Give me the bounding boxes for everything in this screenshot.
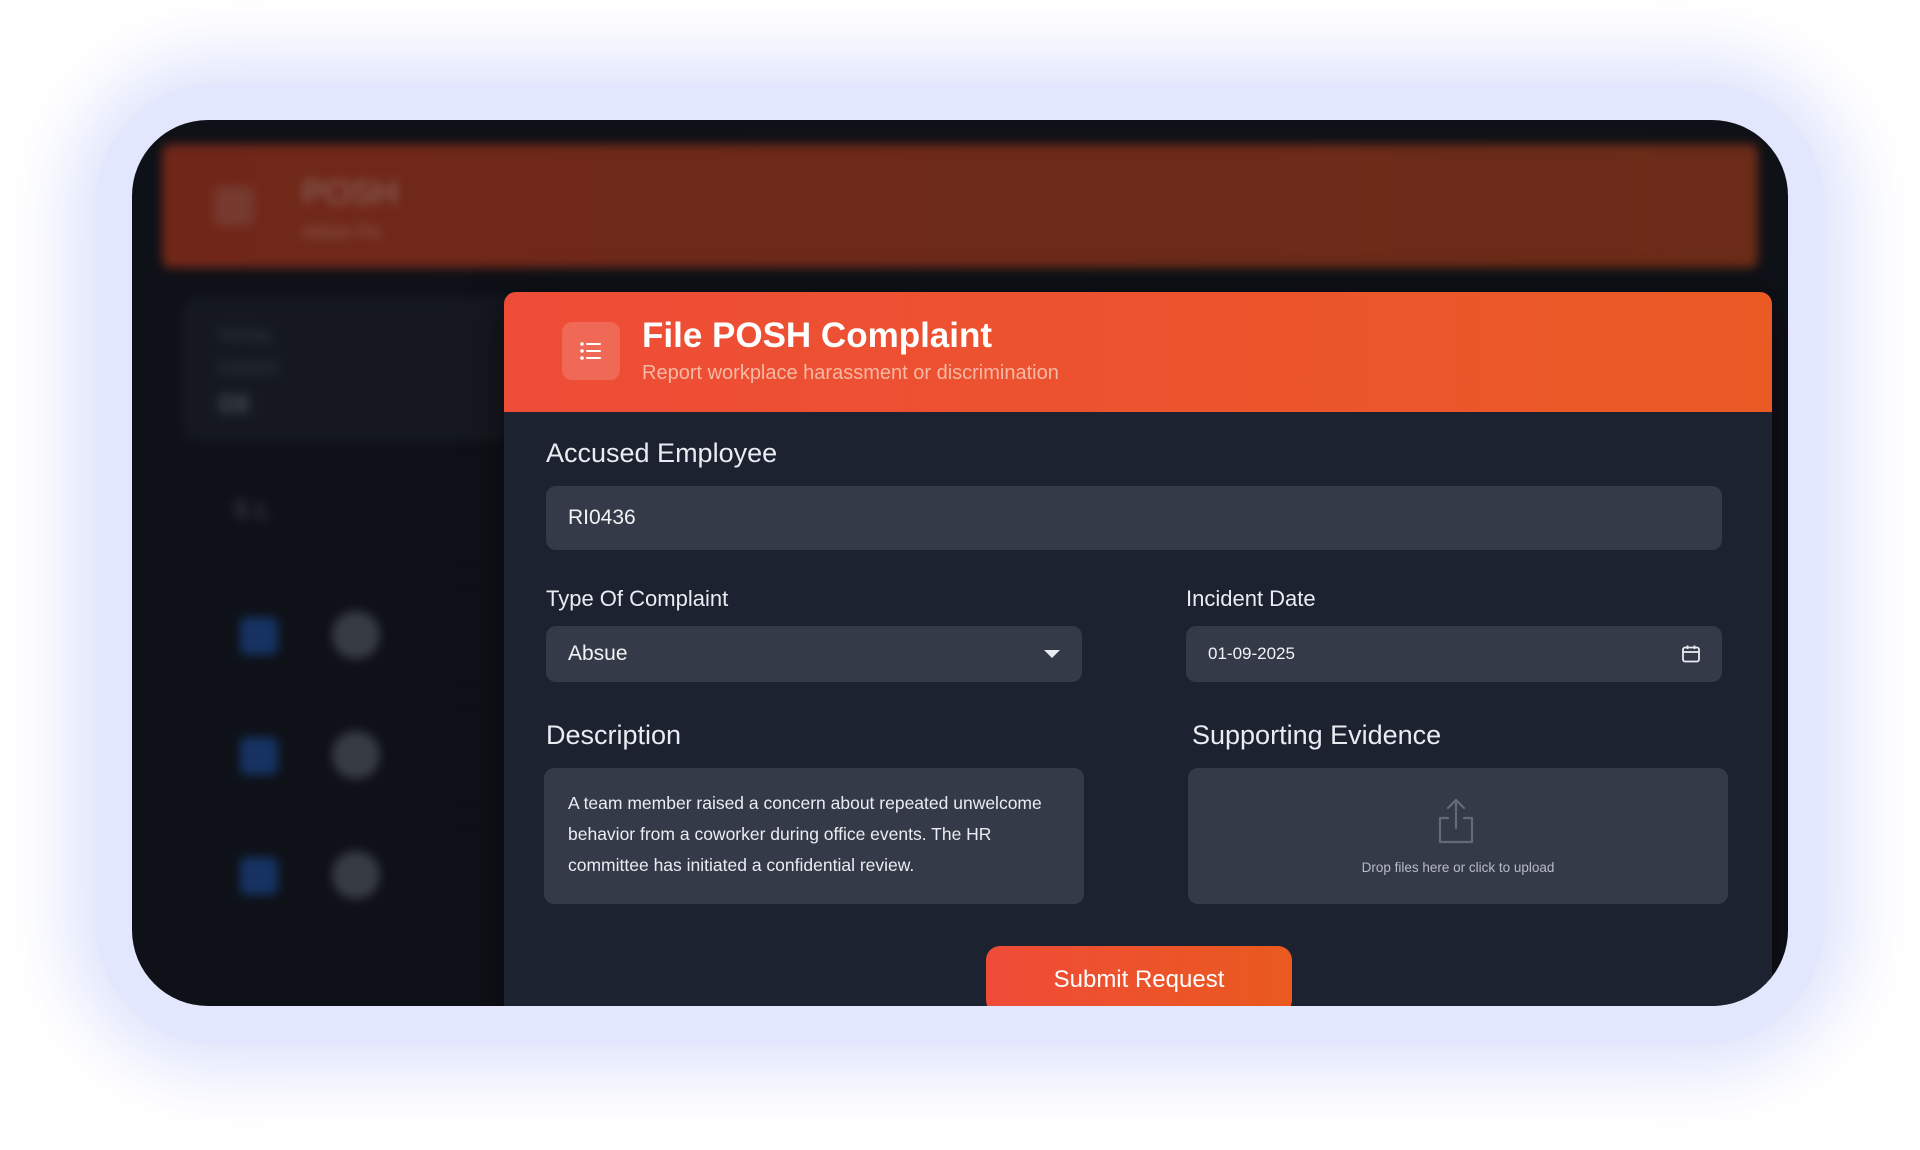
- modal-title: File POSH Complaint: [642, 316, 993, 355]
- complaint-type-value: Absue: [568, 642, 628, 665]
- complaint-type-select[interactable]: Absue: [546, 626, 1082, 682]
- background-header: POSH Admin Pa: [162, 144, 1758, 268]
- supporting-evidence-label: Supporting Evidence: [1192, 720, 1442, 750]
- upload-hint: Drop files here or click to upload: [1361, 860, 1555, 875]
- device-frame: POSH Admin Pa TOTAL CASES 08 S.L File PO…: [132, 120, 1788, 1006]
- background-stats-value: 08: [218, 388, 250, 419]
- background-table-header: S.L: [232, 494, 272, 524]
- file-upload-dropzone[interactable]: Drop files here or click to upload: [1188, 768, 1728, 904]
- calendar-icon[interactable]: [1680, 643, 1702, 665]
- row-badge: [240, 857, 278, 895]
- menu-icon[interactable]: [562, 322, 620, 380]
- row-badge: [240, 737, 278, 775]
- modal-header: File POSH Complaint Report workplace har…: [504, 292, 1772, 412]
- description-textarea[interactable]: A team member raised a concern about rep…: [544, 768, 1084, 904]
- background-header-subtitle: Admin Pa: [302, 222, 381, 242]
- avatar: [332, 731, 380, 779]
- chevron-down-icon: [1044, 650, 1060, 658]
- background-header-title: POSH: [302, 174, 399, 212]
- accused-employee-value: RI0436: [568, 506, 636, 529]
- upload-icon: [1438, 798, 1474, 844]
- background-menu-icon: [214, 186, 254, 226]
- accused-employee-label: Accused Employee: [546, 438, 778, 468]
- description-label: Description: [546, 720, 682, 750]
- complaint-type-label: Type Of Complaint: [546, 586, 729, 611]
- avatar: [332, 851, 380, 899]
- incident-date-field[interactable]: 01-09-2025: [1186, 626, 1722, 682]
- submit-request-button[interactable]: Submit Request: [986, 946, 1292, 1006]
- page: POSH Admin Pa TOTAL CASES 08 S.L File PO…: [0, 0, 1920, 1150]
- row-badge: [240, 617, 278, 655]
- incident-date-label: Incident Date: [1186, 586, 1316, 611]
- background-stats-label: TOTAL CASES: [218, 326, 280, 378]
- complaint-modal: File POSH Complaint Report workplace har…: [504, 292, 1772, 1006]
- incident-date-value: 01-09-2025: [1208, 644, 1295, 663]
- modal-subtitle: Report workplace harassment or discrimin…: [642, 362, 1059, 384]
- avatar: [332, 611, 380, 659]
- accused-employee-field[interactable]: RI0436: [546, 486, 1722, 550]
